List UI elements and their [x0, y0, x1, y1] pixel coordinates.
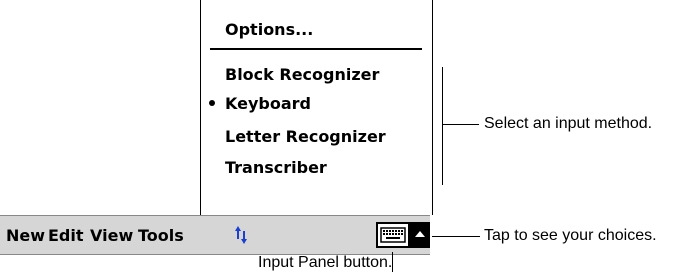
menu-view[interactable]: View [90, 226, 133, 246]
selected-bullet-icon [209, 100, 215, 106]
up-down-arrows-icon[interactable] [234, 224, 248, 250]
menu-item-keyboard[interactable]: Keyboard [225, 94, 311, 114]
menu-new[interactable]: New [6, 226, 45, 246]
callout-input-panel-button: Input Panel button. [258, 254, 393, 271]
keyboard-icon [380, 227, 406, 243]
leader-line [432, 236, 480, 237]
menu-item-letter-recognizer[interactable]: Letter Recognizer [225, 127, 386, 147]
command-bar: New Edit View Tools [0, 215, 430, 255]
bracket-line [442, 67, 443, 185]
menu-item-transcriber[interactable]: Transcriber [225, 158, 327, 178]
callout-select-method: Select an input method. [484, 115, 653, 132]
leader-line [443, 124, 479, 125]
callout-tap-choices: Tap to see your choices. [484, 227, 657, 244]
leader-line [392, 252, 393, 272]
menu-tools[interactable]: Tools [138, 226, 184, 246]
menu-item-options[interactable]: Options... [225, 20, 313, 40]
menu-separator [210, 48, 422, 50]
menu-item-block-recognizer[interactable]: Block Recognizer [225, 65, 379, 85]
input-method-menu: Options... Block Recognizer Keyboard Let… [200, 0, 433, 215]
input-panel-button[interactable] [376, 222, 410, 248]
input-panel-arrow-button[interactable] [410, 222, 430, 248]
caret-up-icon [415, 231, 425, 237]
menu-edit[interactable]: Edit [48, 226, 84, 246]
